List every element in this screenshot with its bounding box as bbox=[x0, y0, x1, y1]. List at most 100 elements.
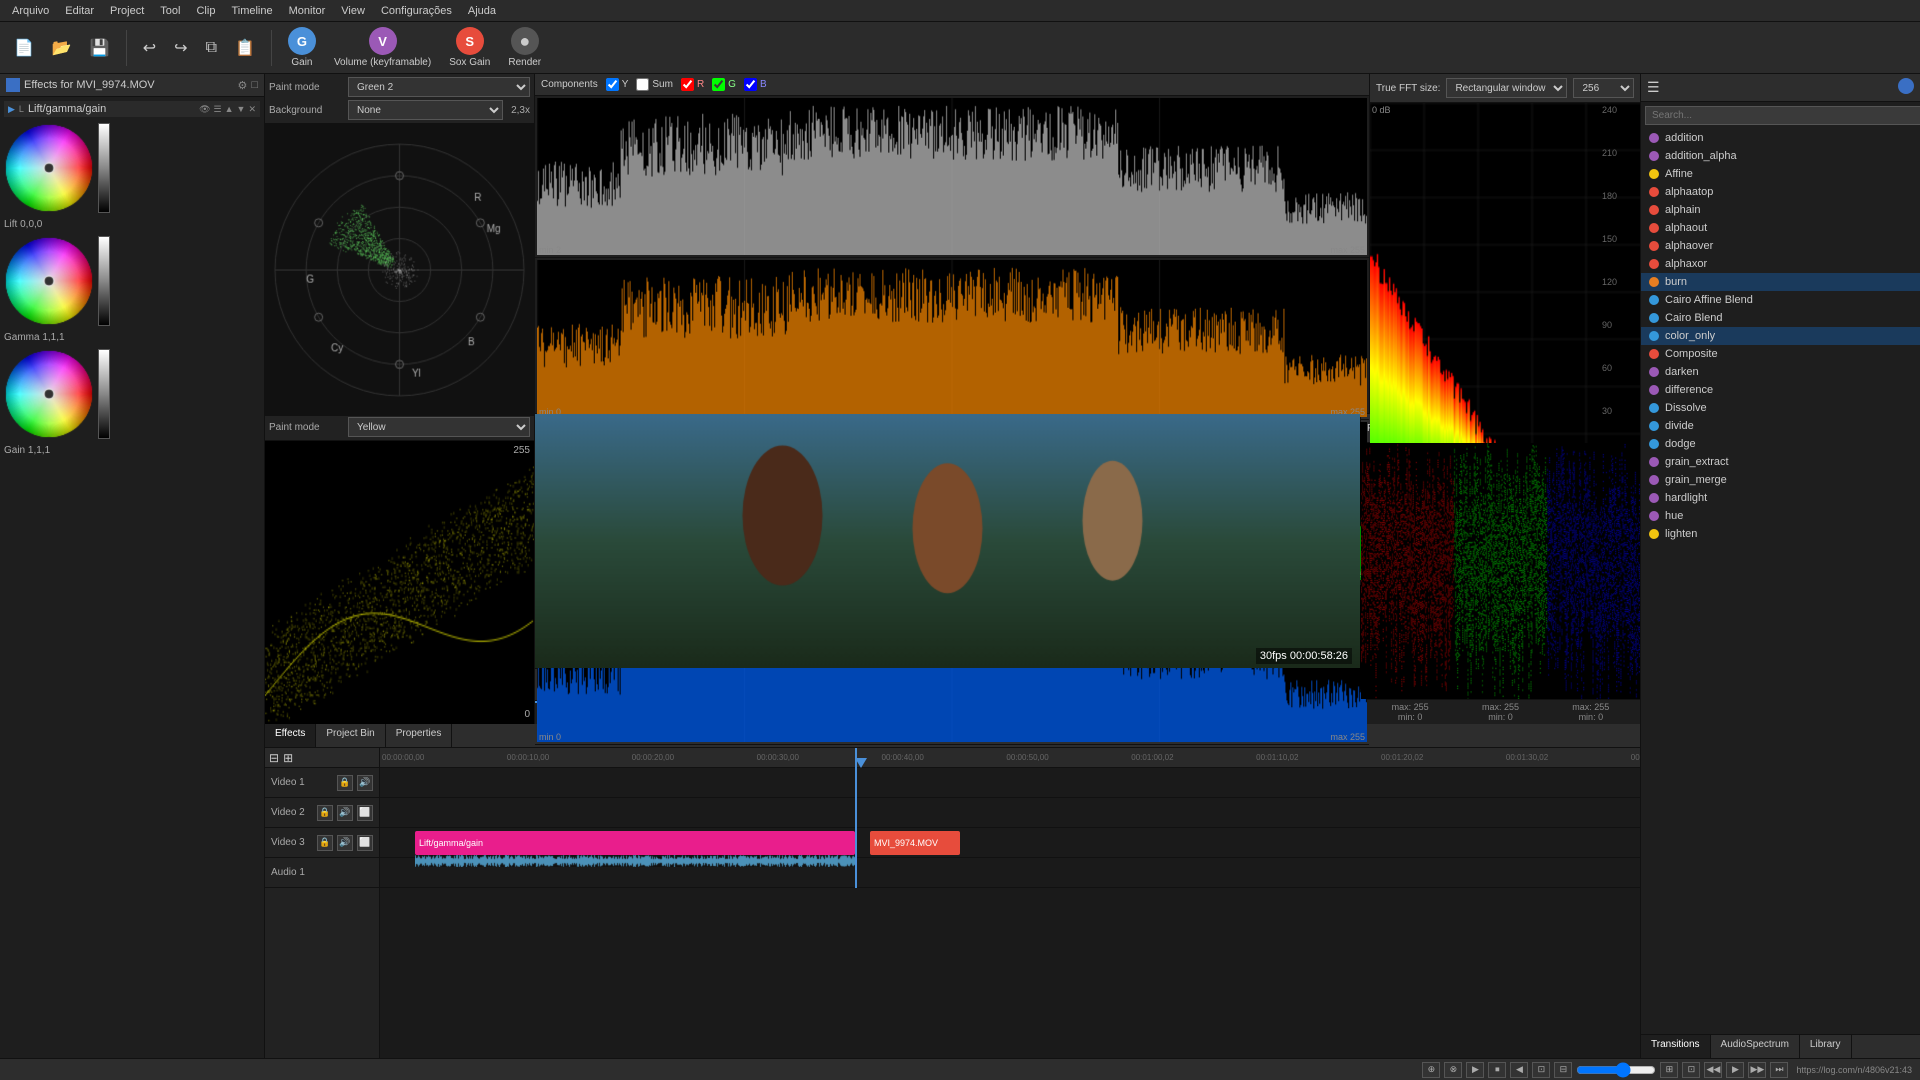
menu-configuracoes[interactable]: Configurações bbox=[373, 3, 460, 19]
status-btn-6[interactable]: ⊡ bbox=[1532, 1062, 1550, 1078]
effect-darken[interactable]: darken bbox=[1641, 363, 1920, 381]
redo-button[interactable]: ↪ bbox=[168, 36, 193, 60]
effects-expand-icon[interactable]: □ bbox=[251, 79, 258, 92]
status-btn-9[interactable]: ⊡ bbox=[1682, 1062, 1700, 1078]
gain-button[interactable]: G Gain bbox=[282, 25, 322, 70]
audio-spectrum-tab[interactable]: AudioSpectrum bbox=[1711, 1035, 1800, 1058]
video3-lock-icon[interactable]: 🔒 bbox=[317, 835, 333, 851]
background-select[interactable]: None bbox=[348, 100, 503, 120]
r-checkbox[interactable] bbox=[681, 78, 694, 91]
effect-up-icon[interactable]: ▲ bbox=[225, 104, 234, 115]
timeline-tracks-area[interactable]: 00:00:00,00 00:00:10,00 00:00:20,00 00:0… bbox=[380, 748, 1640, 1058]
effect-eye-icon[interactable]: 👁 bbox=[199, 104, 210, 115]
fft-window-select[interactable]: Rectangular window bbox=[1446, 78, 1567, 98]
menu-clip[interactable]: Clip bbox=[188, 3, 223, 19]
video1-lock-icon[interactable]: 🔒 bbox=[337, 775, 353, 791]
effect-cairo-affine-blend[interactable]: Cairo Affine Blend bbox=[1641, 291, 1920, 309]
effect-burn[interactable]: burn bbox=[1641, 273, 1920, 291]
effect-hue[interactable]: hue bbox=[1641, 507, 1920, 525]
effect-alphaxor[interactable]: alphaxor bbox=[1641, 255, 1920, 273]
y-checkbox[interactable] bbox=[606, 78, 619, 91]
new-button[interactable]: 📄 bbox=[8, 36, 40, 60]
properties-tab[interactable]: Properties bbox=[386, 724, 453, 747]
timeline-zoom-in-icon[interactable]: ⊞ bbox=[283, 751, 293, 765]
paint2-mode-select[interactable]: Yellow bbox=[348, 417, 530, 437]
menu-tool[interactable]: Tool bbox=[152, 3, 188, 19]
status-btn-5[interactable]: ◀ bbox=[1510, 1062, 1528, 1078]
video2-audio-icon[interactable]: 🔊 bbox=[337, 805, 353, 821]
mvi-clip[interactable]: MVI_9974.MOV bbox=[870, 831, 960, 855]
paint-mode-select[interactable]: Green 2 bbox=[348, 77, 530, 97]
lift-color-wheel[interactable] bbox=[4, 123, 94, 213]
right-panel-settings-icon[interactable] bbox=[1898, 78, 1914, 97]
lift-slider[interactable] bbox=[98, 123, 110, 213]
gamma-slider[interactable] bbox=[98, 236, 110, 326]
status-btn-7[interactable]: ⊟ bbox=[1554, 1062, 1572, 1078]
zoom-slider[interactable] bbox=[1576, 1062, 1656, 1078]
effect-divide[interactable]: divide bbox=[1641, 417, 1920, 435]
effect-addition-alpha[interactable]: addition_alpha bbox=[1641, 147, 1920, 165]
lift-gamma-clip[interactable]: Lift/gamma/gain bbox=[415, 831, 855, 855]
menu-ajuda[interactable]: Ajuda bbox=[460, 3, 504, 19]
gamma-color-wheel[interactable] bbox=[4, 236, 94, 326]
effects-search-input[interactable] bbox=[1645, 106, 1920, 125]
effect-grain-merge[interactable]: grain_merge bbox=[1641, 471, 1920, 489]
timeline-zoom-out-icon[interactable]: ⊟ bbox=[269, 751, 279, 765]
effect-cairo-blend[interactable]: Cairo Blend bbox=[1641, 309, 1920, 327]
menu-timeline[interactable]: Timeline bbox=[223, 3, 280, 19]
status-btn-13[interactable]: ⏭ bbox=[1770, 1062, 1788, 1078]
effect-alphaout[interactable]: alphaout bbox=[1641, 219, 1920, 237]
effect-hardlight[interactable]: hardlight bbox=[1641, 489, 1920, 507]
effect-lighten[interactable]: lighten bbox=[1641, 525, 1920, 543]
sum-checkbox[interactable] bbox=[636, 78, 649, 91]
volume-button[interactable]: V Volume (keyframable) bbox=[328, 25, 437, 70]
effect-alphain[interactable]: alphain bbox=[1641, 201, 1920, 219]
effect-dodge[interactable]: dodge bbox=[1641, 435, 1920, 453]
status-btn-4[interactable]: ⏹ bbox=[1488, 1062, 1506, 1078]
undo-button[interactable]: ↩ bbox=[137, 36, 162, 60]
effect-close-icon[interactable]: ✕ bbox=[248, 104, 256, 115]
menu-view[interactable]: View bbox=[333, 3, 373, 19]
effect-color-only[interactable]: color_only bbox=[1641, 327, 1920, 345]
paste-button[interactable]: 📋 bbox=[229, 36, 261, 60]
save-button[interactable]: 💾 bbox=[84, 36, 116, 60]
sox-gain-button[interactable]: S Sox Gain bbox=[443, 25, 496, 70]
effect-affine[interactable]: Affine bbox=[1641, 165, 1920, 183]
lift-gamma-header[interactable]: ▶ L Lift/gamma/gain 👁 ☰ ▲ ▼ ✕ bbox=[4, 101, 260, 117]
effect-grain-extract[interactable]: grain_extract bbox=[1641, 453, 1920, 471]
project-bin-tab[interactable]: Project Bin bbox=[316, 724, 385, 747]
effect-alphaatop[interactable]: alphaatop bbox=[1641, 183, 1920, 201]
effects-settings-icon[interactable]: ⚙ bbox=[237, 79, 247, 92]
video3-audio-icon[interactable]: 🔊 bbox=[337, 835, 353, 851]
effect-composite[interactable]: Composite bbox=[1641, 345, 1920, 363]
fft-size-select[interactable]: 256 bbox=[1573, 78, 1634, 98]
menu-monitor[interactable]: Monitor bbox=[281, 3, 334, 19]
b-checkbox[interactable] bbox=[744, 78, 757, 91]
effect-menu-icon[interactable]: ☰ bbox=[214, 104, 222, 115]
status-btn-2[interactable]: ⊗ bbox=[1444, 1062, 1462, 1078]
effect-alphaover[interactable]: alphaover bbox=[1641, 237, 1920, 255]
g-checkbox[interactable] bbox=[712, 78, 725, 91]
effect-dissolve[interactable]: Dissolve bbox=[1641, 399, 1920, 417]
video3-extra-icon[interactable]: ⬜ bbox=[357, 835, 373, 851]
status-btn-10[interactable]: ◀◀ bbox=[1704, 1062, 1722, 1078]
status-btn-3[interactable]: ▶ bbox=[1466, 1062, 1484, 1078]
gain-slider[interactable] bbox=[98, 349, 110, 439]
status-btn-11[interactable]: ▶ bbox=[1726, 1062, 1744, 1078]
video2-lock-icon[interactable]: 🔒 bbox=[317, 805, 333, 821]
gain-color-wheel[interactable] bbox=[4, 349, 94, 439]
right-panel-menu-icon[interactable]: ☰ bbox=[1647, 79, 1660, 96]
copy-button[interactable]: ⧉ bbox=[200, 37, 223, 59]
effect-difference[interactable]: difference bbox=[1641, 381, 1920, 399]
video1-audio-icon[interactable]: 🔊 bbox=[357, 775, 373, 791]
effect-addition[interactable]: addition bbox=[1641, 129, 1920, 147]
menu-editar[interactable]: Editar bbox=[57, 3, 102, 19]
transitions-tab[interactable]: Transitions bbox=[1641, 1035, 1711, 1058]
library-tab[interactable]: Library bbox=[1800, 1035, 1852, 1058]
menu-project[interactable]: Project bbox=[102, 3, 152, 19]
open-button[interactable]: 📂 bbox=[46, 36, 78, 60]
status-btn-8[interactable]: ⊞ bbox=[1660, 1062, 1678, 1078]
effect-down-icon[interactable]: ▼ bbox=[237, 104, 246, 115]
render-button[interactable]: ● Render bbox=[502, 25, 547, 70]
status-btn-1[interactable]: ⊕ bbox=[1422, 1062, 1440, 1078]
